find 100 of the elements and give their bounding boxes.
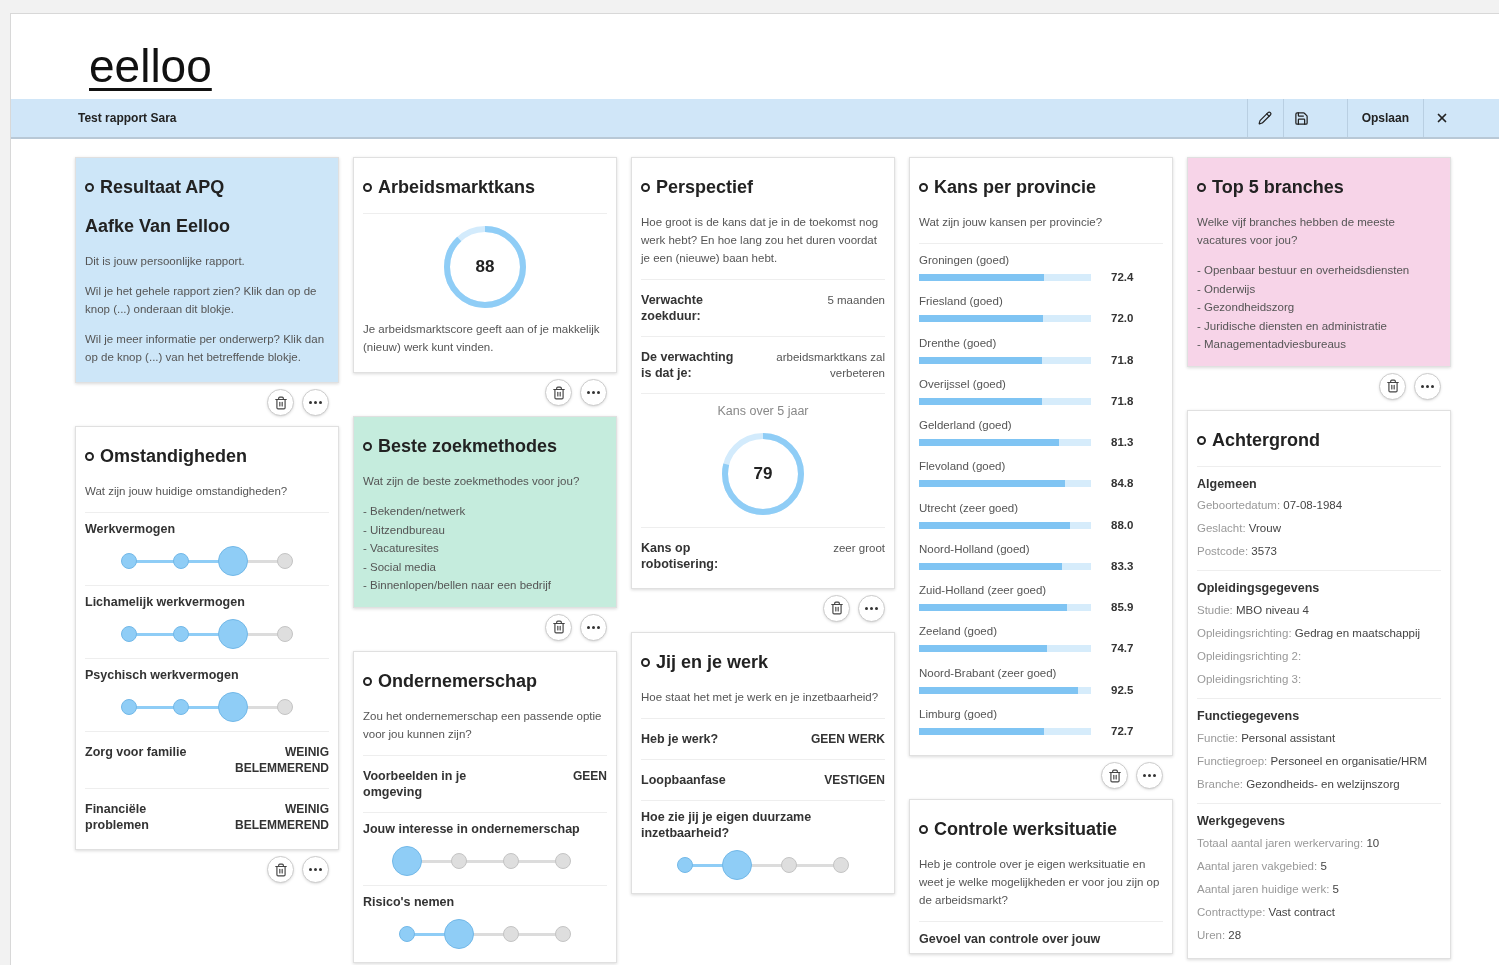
delete-button[interactable]: [267, 389, 294, 416]
list-item: - Juridische diensten en administratie: [1197, 318, 1388, 334]
province-label: Noord-Holland (goed): [919, 541, 1031, 557]
description-text: Je arbeidsmarktscore geeft aan of je makkelijk (nieuw) werk kunt vinden.: [363, 322, 601, 355]
province-label: Utrecht (zeer goed): [919, 500, 1020, 516]
bar-value: 72.4: [1111, 270, 1134, 285]
slider-label: Lichamelijk werkvermogen: [85, 594, 246, 610]
list-item: - Social media: [363, 559, 437, 575]
delete-button[interactable]: [267, 856, 294, 883]
field-value: WEINIG BELEMMEREND: [234, 801, 329, 833]
info-line: Functie: Personal assistant: [1197, 730, 1337, 746]
field-label: Zorg voor familie: [85, 744, 188, 760]
more-button[interactable]: [580, 379, 607, 406]
field-label: Heb je werk?: [641, 730, 720, 747]
delete-button[interactable]: [1379, 372, 1406, 400]
trash-icon: [829, 601, 844, 616]
field-value: GEEN WERK: [811, 730, 885, 747]
trash-icon: [273, 395, 288, 410]
trash-icon: [273, 862, 288, 877]
description-text: Hoe staat het met je werk en je inzetbaarheid?: [641, 689, 880, 705]
person-name: Aafke Van Eelloo: [85, 215, 232, 238]
list-item: - Gezondheidszorg: [1197, 300, 1296, 315]
info-line: Studie: MBO niveau 4: [1197, 603, 1310, 618]
description-text: Wat zijn de beste zoekmethodes voor jou?: [363, 474, 581, 489]
card-title: Controle werksituatie: [934, 818, 1118, 841]
card-title: Jij en je werk: [656, 650, 769, 674]
province-label: Gelderland (goed): [919, 418, 1013, 433]
info-line: Totaal aantal jaren werkervaring: 10: [1197, 835, 1381, 851]
description-text: Hoe groot is de kans dat je in de toekomst nog werk hebt? En hoe lang zou het duren voordat je een (nieuwe) baan hebt.: [641, 215, 880, 266]
logo: eelloo: [89, 40, 212, 92]
slider-label: Risico's nemen: [363, 893, 456, 910]
field-label: Kans op robotisering:: [641, 539, 720, 572]
card-title: Perspectief: [656, 176, 754, 199]
more-icon: [309, 401, 322, 404]
trash-icon: [551, 620, 566, 634]
bar-value: 85.9: [1111, 600, 1134, 615]
delete-button[interactable]: [545, 613, 572, 641]
field-value: GEEN: [573, 767, 607, 784]
bar-value: 81.3: [1111, 435, 1134, 450]
save-button[interactable]: Opslaan: [1346, 99, 1423, 137]
bar-value: 71.8: [1111, 352, 1134, 368]
section-label: Gevoel van controle over jouw: [919, 931, 1102, 948]
info-line: Uren: 28: [1197, 927, 1243, 943]
more-button[interactable]: [1414, 372, 1441, 400]
info-line: Functiegroep: Personeel en organisatie/HRM: [1197, 753, 1429, 769]
province-label: Friesland (goed): [919, 294, 1004, 310]
card-title: Beste zoekmethodes: [378, 435, 558, 458]
more-button[interactable]: [858, 594, 885, 622]
score-value: 88: [475, 256, 495, 279]
card-title: Ondernemerschap: [378, 669, 538, 693]
province-label: Drenthe (goed): [919, 335, 998, 351]
province-label: Zuid-Holland (zeer goed): [919, 583, 1048, 598]
info-line: Opleidingsrichting 2:: [1197, 649, 1303, 664]
description-text: Welke vijf branches hebben de meeste vacatures voor jou?: [1197, 215, 1396, 248]
description-text: Zou het ondernemerschap een passende optie voor jou kunnen zijn?: [363, 708, 603, 742]
info-line: Geboortedatum: 07-08-1984: [1197, 498, 1344, 514]
info-line: Geslacht: Vrouw: [1197, 521, 1282, 537]
list-item: - Onderwijs: [1197, 281, 1257, 297]
more-button[interactable]: [302, 389, 329, 416]
description-text: Wil je het gehele rapport zien? Klik dan op de knop (...) onderaan dit blokje.: [85, 284, 318, 317]
description-text: Wil je meer informatie per onderwerp? Klik dan op de knop (...) van het betreffende blokje.: [85, 332, 326, 365]
delete-button[interactable]: [1101, 762, 1128, 789]
bar-value: 83.3: [1111, 558, 1134, 574]
field-value: WEINIG BELEMMEREND: [234, 744, 329, 776]
info-line: Opleidingsrichting: Gedrag en maatschappij: [1197, 626, 1422, 641]
field-label: Voorbeelden in je omgeving: [363, 767, 468, 800]
more-icon: [865, 606, 878, 610]
field-value: arbeidsmarktkans zal verbeteren: [775, 350, 885, 381]
more-button[interactable]: [302, 856, 329, 883]
more-button[interactable]: [580, 613, 607, 641]
field-label: Loopbaanfase: [641, 771, 727, 788]
delete-button[interactable]: [823, 594, 850, 622]
report-title: Test rapport Sara: [78, 110, 178, 127]
group-title: Algemeen: [1197, 475, 1258, 493]
province-label: Noord-Brabant (zeer goed): [919, 665, 1058, 681]
slider-label: Hoe zie jij je eigen duurzame inzetbaarheid?: [641, 808, 813, 841]
bar-value: 92.5: [1111, 682, 1134, 698]
info-line: Branche: Gezondheids- en welzijnszorg: [1197, 776, 1401, 792]
description-text: Wat zijn jouw kansen per provincie?: [919, 215, 1104, 230]
slider-label: Psychisch werkvermogen: [85, 667, 240, 683]
province-label: Groningen (goed): [919, 253, 1011, 268]
card-title: Achtergrond: [1212, 428, 1320, 452]
bar-value: 74.7: [1111, 641, 1134, 657]
score-value: 79: [753, 463, 773, 485]
card-title: Arbeidsmarktkans: [378, 176, 536, 199]
description-text: Dit is jouw persoonlijke rapport.: [85, 254, 246, 269]
more-icon: [587, 391, 600, 394]
province-label: Overijssel (goed): [919, 376, 1007, 392]
list-item: - Binnenlopen/bellen naar een bedrijf: [363, 578, 552, 593]
list-item: - Bekenden/netwerk: [363, 504, 467, 519]
description-text: Wat zijn jouw huidige omstandigheden?: [85, 484, 289, 499]
info-line: Aantal jaren vakgebied: 5: [1197, 858, 1328, 874]
more-button[interactable]: [1136, 762, 1163, 789]
field-value: zeer groot: [833, 540, 885, 556]
group-title: Functiegegevens: [1197, 708, 1301, 725]
group-title: Opleidingsgegevens: [1197, 580, 1321, 598]
bar-value: 71.8: [1111, 393, 1134, 409]
info-line: Opleidingsrichting 3:: [1197, 672, 1303, 687]
slider-label: Jouw interesse in ondernemerschap: [363, 820, 581, 837]
delete-button[interactable]: [545, 379, 572, 406]
